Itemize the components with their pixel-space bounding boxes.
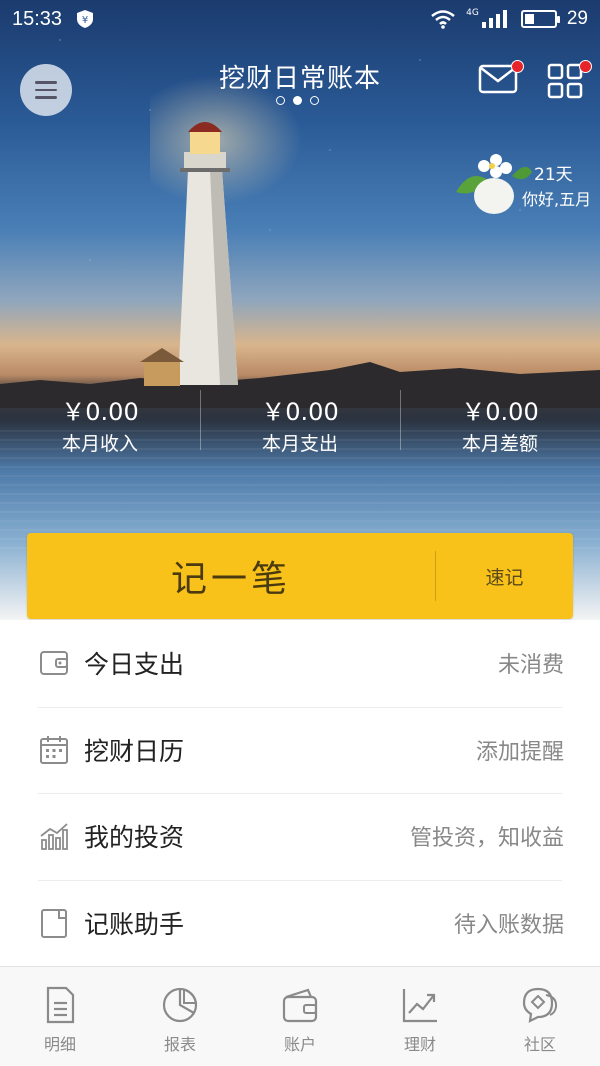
wallet-icon bbox=[40, 651, 68, 676]
list-item-hint: 待入账数据 bbox=[453, 912, 564, 938]
tab-finance[interactable]: 理财 bbox=[360, 967, 480, 1066]
stat-label: 本月支出 bbox=[261, 433, 338, 455]
checkin-widget[interactable]: 21天 你好,五月 bbox=[452, 150, 600, 220]
list-item-hint: 添加提醒 bbox=[475, 739, 564, 765]
network-type: 4G bbox=[466, 8, 479, 18]
community-icon bbox=[522, 987, 558, 1023]
tab-label: 账户 bbox=[283, 1035, 316, 1054]
stat-label: 本月收入 bbox=[61, 433, 138, 455]
list-item-calendar[interactable]: 挖财日历 添加提醒 bbox=[0, 706, 600, 794]
plant-icon bbox=[456, 154, 532, 214]
bar-chart-icon bbox=[40, 823, 68, 851]
battery-level: 29 bbox=[566, 8, 588, 29]
battery-fill bbox=[524, 14, 535, 24]
list-item-hint: 未消费 bbox=[497, 653, 564, 679]
stat-amount: ￥0.00 bbox=[61, 398, 139, 426]
lighthouse-image bbox=[140, 122, 238, 386]
list-item-title: 今日支出 bbox=[84, 650, 185, 680]
list-item-title: 挖财日历 bbox=[84, 736, 185, 766]
tab-label: 明细 bbox=[43, 1035, 76, 1054]
pie-chart-icon bbox=[162, 987, 198, 1023]
battery-icon bbox=[520, 10, 560, 28]
page-dot bbox=[293, 96, 302, 105]
status-bar: 15:33 ¥ 4G 29 bbox=[0, 0, 600, 38]
stat-income[interactable]: ￥0.00 本月收入 bbox=[0, 388, 200, 462]
stat-balance[interactable]: ￥0.00 本月差额 bbox=[400, 388, 600, 462]
page-indicator bbox=[276, 96, 319, 105]
wifi-icon bbox=[431, 10, 455, 29]
notification-badge bbox=[579, 60, 592, 73]
apps-button[interactable] bbox=[546, 60, 592, 102]
calendar-icon bbox=[40, 735, 68, 764]
stat-label: 本月差额 bbox=[461, 433, 538, 455]
feature-list: 今日支出 未消费 挖财日历 添加提醒 我的投资 管投资，知收益 记账助手 待入账… bbox=[0, 620, 600, 966]
tab-accounts[interactable]: 账户 bbox=[240, 967, 360, 1066]
record-bar: 记一笔 速记 bbox=[27, 533, 573, 619]
tab-community[interactable]: 社区 bbox=[480, 967, 600, 1066]
list-item-title: 记账助手 bbox=[84, 909, 185, 939]
trend-icon bbox=[402, 989, 437, 1023]
list-item-assistant[interactable]: 记账助手 待入账数据 bbox=[0, 879, 600, 967]
checkin-greeting: 你好,五月 bbox=[522, 190, 592, 209]
checkin-days: 21天 bbox=[534, 165, 573, 185]
notebook-icon bbox=[41, 908, 67, 938]
page-dot bbox=[276, 96, 285, 105]
shield-icon: ¥ bbox=[77, 10, 94, 28]
tab-reports[interactable]: 报表 bbox=[120, 967, 240, 1066]
stat-expense[interactable]: ￥0.00 本月支出 bbox=[200, 388, 400, 462]
hamburger-icon-line bbox=[35, 81, 57, 84]
signal-icon bbox=[481, 10, 507, 28]
svg-text:¥: ¥ bbox=[82, 15, 88, 26]
monthly-stats: ￥0.00 本月收入 ￥0.00 本月支出 ￥0.00 本月差额 bbox=[0, 388, 600, 462]
tab-label: 理财 bbox=[403, 1035, 436, 1054]
status-indicators: 4G 29 bbox=[430, 8, 588, 30]
tab-label: 社区 bbox=[523, 1035, 556, 1054]
list-item-today-expense[interactable]: 今日支出 未消费 bbox=[0, 620, 600, 707]
unread-badge bbox=[511, 60, 524, 73]
stat-amount: ￥0.00 bbox=[461, 398, 539, 426]
messages-button[interactable] bbox=[478, 60, 524, 102]
menu-button[interactable] bbox=[20, 64, 72, 116]
record-entry-button[interactable]: 记一笔 bbox=[27, 550, 435, 602]
tab-bar: 明细 报表 账户 理财 社区 bbox=[0, 966, 600, 1066]
list-item-hint: 管投资，知收益 bbox=[409, 826, 564, 852]
page-dot bbox=[310, 96, 319, 105]
book-title[interactable]: 挖财日常账本 bbox=[150, 58, 450, 95]
stat-amount: ￥0.00 bbox=[261, 398, 339, 426]
status-time: 15:33 bbox=[12, 7, 63, 30]
list-item-investment[interactable]: 我的投资 管投资，知收益 bbox=[0, 793, 600, 880]
list-item-title: 我的投资 bbox=[84, 823, 185, 853]
wallet-icon bbox=[282, 988, 318, 1023]
tab-details[interactable]: 明细 bbox=[0, 967, 120, 1066]
hamburger-icon-line bbox=[35, 88, 57, 92]
hamburger-icon-line bbox=[35, 96, 57, 99]
tab-label: 报表 bbox=[163, 1035, 196, 1054]
quick-record-button[interactable]: 速记 bbox=[436, 563, 573, 590]
document-icon bbox=[46, 986, 75, 1024]
